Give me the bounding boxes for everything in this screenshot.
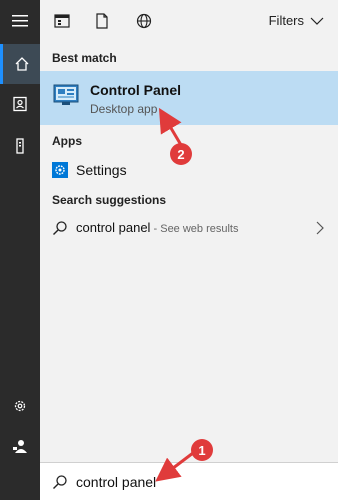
- home-button[interactable]: [0, 44, 40, 84]
- settings-gear-icon: [14, 400, 26, 412]
- hamburger-menu-button[interactable]: [0, 0, 40, 40]
- apps-filter-button[interactable]: [52, 11, 72, 31]
- search-input-value: control panel: [76, 474, 157, 490]
- result-title: Control Panel: [90, 82, 182, 98]
- home-icon: [15, 57, 28, 71]
- tower-icon: [16, 138, 24, 154]
- search-icon: [53, 475, 67, 489]
- left-rail: [0, 0, 40, 500]
- search-results-panel: Filters Best match Control Panel Desktop…: [40, 0, 338, 462]
- best-match-result[interactable]: Control Panel Desktop app: [40, 71, 338, 125]
- chevron-down-icon: [310, 17, 324, 25]
- chevron-right-icon: [316, 221, 324, 235]
- filter-toolbar: Filters: [40, 0, 338, 42]
- best-match-heading: Best match: [52, 51, 117, 65]
- search-box[interactable]: control panel: [40, 462, 338, 500]
- hamburger-icon: [12, 15, 28, 27]
- devices-button[interactable]: [0, 126, 40, 166]
- suggestion-query: control panel: [76, 220, 151, 235]
- filters-dropdown[interactable]: Filters: [269, 13, 324, 28]
- result-subtitle: Desktop app: [90, 102, 158, 116]
- documents-icon: [96, 13, 108, 29]
- suggestion-suffix: - See web results: [150, 223, 239, 235]
- contact-card-icon: [13, 96, 27, 112]
- web-filter-button[interactable]: [134, 11, 154, 31]
- settings-button[interactable]: [0, 386, 40, 426]
- settings-app-label: Settings: [76, 162, 127, 178]
- filters-label: Filters: [268, 13, 304, 28]
- annotation-badge-2: 2: [170, 143, 192, 165]
- account-button[interactable]: [0, 426, 40, 466]
- search-suggestions-heading: Search suggestions: [52, 193, 167, 207]
- apps-icon: [54, 14, 70, 28]
- control-panel-icon: [53, 84, 79, 105]
- settings-app-icon: [52, 162, 68, 178]
- search-icon: [53, 221, 67, 235]
- web-icon: [136, 13, 152, 29]
- web-suggestion-item[interactable]: control panel - See web results: [40, 214, 338, 242]
- suggestion-text: control panel - See web results: [76, 220, 239, 235]
- user-icon: [13, 440, 27, 453]
- annotation-badge-1: 1: [191, 439, 213, 461]
- apps-heading: Apps: [52, 134, 82, 148]
- documents-filter-button[interactable]: [92, 11, 112, 31]
- notebook-button[interactable]: [0, 84, 40, 124]
